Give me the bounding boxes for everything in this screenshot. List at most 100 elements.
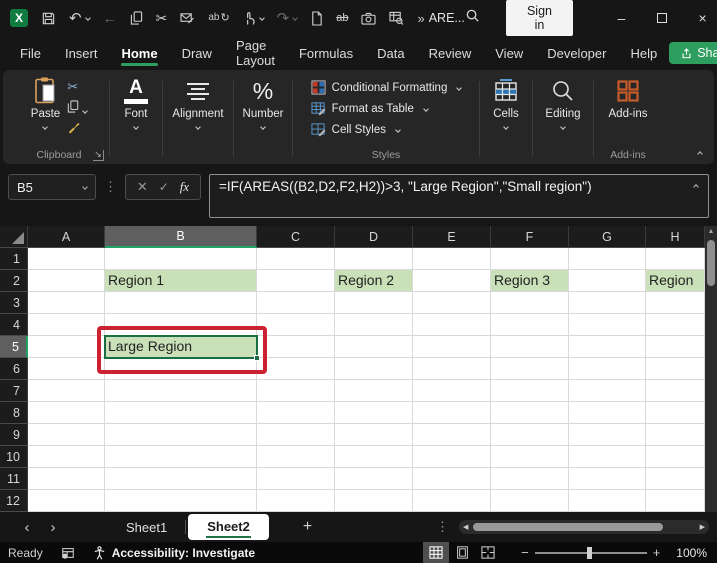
cell-A4[interactable] [28, 314, 105, 336]
undo-icon[interactable]: ↶ [69, 11, 90, 26]
cell-B11[interactable] [105, 468, 257, 490]
select-all-corner[interactable] [0, 226, 28, 248]
scroll-left-icon[interactable]: ◀ [463, 523, 468, 531]
cell-G9[interactable] [569, 424, 646, 446]
cell-A3[interactable] [28, 292, 105, 314]
cell-E11[interactable] [413, 468, 491, 490]
cell-B2[interactable]: Region 1 [105, 270, 257, 292]
row-header-11[interactable]: 11 [0, 468, 28, 490]
cell-A7[interactable] [28, 380, 105, 402]
cell-H5[interactable] [646, 336, 705, 358]
cell-G5[interactable] [569, 336, 646, 358]
cut-icon[interactable]: ✂ [156, 11, 168, 25]
expand-formula-bar-icon[interactable] [693, 184, 699, 190]
copy-icon[interactable] [130, 11, 143, 25]
name-box[interactable]: B5 [8, 174, 96, 200]
cell-G3[interactable] [569, 292, 646, 314]
cell-B10[interactable] [105, 446, 257, 468]
cell-C3[interactable] [257, 292, 335, 314]
tab-draw[interactable]: Draw [170, 39, 224, 68]
tab-insert[interactable]: Insert [53, 39, 110, 68]
cell-E9[interactable] [413, 424, 491, 446]
cell-E5[interactable] [413, 336, 491, 358]
cell-G1[interactable] [569, 248, 646, 270]
sheet-tab-sheet2[interactable]: Sheet2 [188, 514, 269, 540]
cell-G7[interactable] [569, 380, 646, 402]
insert-function-icon[interactable]: fx [180, 179, 189, 195]
row-header-9[interactable]: 9 [0, 424, 28, 446]
tab-developer[interactable]: Developer [535, 39, 618, 68]
cell-B1[interactable] [105, 248, 257, 270]
redo-icon[interactable]: ↷ [277, 11, 298, 26]
cell-A8[interactable] [28, 402, 105, 424]
col-header-A[interactable]: A [28, 226, 105, 248]
collapse-ribbon-icon[interactable] [697, 151, 703, 157]
zoom-slider[interactable] [535, 552, 647, 554]
row-header-4[interactable]: 4 [0, 314, 28, 336]
scroll-up-icon[interactable]: ▲ [705, 228, 717, 235]
sheet-options-icon[interactable]: ⋮ [426, 519, 459, 535]
zoom-slider-thumb[interactable] [587, 547, 592, 559]
row-header-12[interactable]: 12 [0, 490, 28, 512]
cell-C11[interactable] [257, 468, 335, 490]
cell-G11[interactable] [569, 468, 646, 490]
back-icon[interactable]: ← [103, 11, 117, 25]
cell-H12[interactable] [646, 490, 705, 512]
cell-B5[interactable]: Large Region [105, 336, 257, 358]
strikethrough-icon[interactable]: ab [336, 13, 348, 24]
cell-C4[interactable] [257, 314, 335, 336]
cell-B12[interactable] [105, 490, 257, 512]
normal-view-icon[interactable] [423, 542, 449, 563]
cell-A2[interactable] [28, 270, 105, 292]
cell-H9[interactable] [646, 424, 705, 446]
scroll-right-icon[interactable]: ▶ [700, 523, 705, 531]
horizontal-scroll-thumb[interactable] [473, 523, 663, 531]
cell-H6[interactable] [646, 358, 705, 380]
conditional-formatting-button[interactable]: Conditional Formatting [311, 80, 462, 95]
cell-E12[interactable] [413, 490, 491, 512]
email-send-icon[interactable] [180, 12, 195, 25]
cell-G4[interactable] [569, 314, 646, 336]
cell-F4[interactable] [491, 314, 569, 336]
cell-C5[interactable] [257, 336, 335, 358]
font-button[interactable]: A Font [124, 75, 148, 129]
tab-formulas[interactable]: Formulas [287, 39, 365, 68]
cell-C1[interactable] [257, 248, 335, 270]
previous-sheet-icon[interactable]: ‹ [14, 519, 40, 536]
macro-record-icon[interactable] [61, 546, 75, 560]
cell-C7[interactable] [257, 380, 335, 402]
cell-A11[interactable] [28, 468, 105, 490]
cell-C10[interactable] [257, 446, 335, 468]
col-header-H[interactable]: H [646, 226, 705, 248]
clipboard-dialog-launcher-icon[interactable]: ↘ [93, 150, 104, 161]
zoom-in-icon[interactable]: + [647, 545, 667, 560]
cell-E8[interactable] [413, 402, 491, 424]
cell-H1[interactable] [646, 248, 705, 270]
cell-D4[interactable] [335, 314, 413, 336]
share-button[interactable]: Share [669, 42, 717, 64]
row-header-10[interactable]: 10 [0, 446, 28, 468]
cell-D1[interactable] [335, 248, 413, 270]
cell-B4[interactable] [105, 314, 257, 336]
page-break-preview-icon[interactable] [475, 542, 501, 563]
cancel-entry-icon[interactable]: ✕ [137, 179, 148, 195]
horizontal-scrollbar[interactable]: ◀ ▶ [459, 520, 709, 534]
cell-F12[interactable] [491, 490, 569, 512]
cell-F7[interactable] [491, 380, 569, 402]
cell-H4[interactable] [646, 314, 705, 336]
cell-A10[interactable] [28, 446, 105, 468]
row-header-1[interactable]: 1 [0, 248, 28, 270]
col-header-E[interactable]: E [413, 226, 491, 248]
next-sheet-icon[interactable]: › [40, 519, 66, 536]
table-preview-icon[interactable] [389, 11, 404, 25]
more-commands-icon[interactable]: » [417, 12, 424, 25]
cell-H10[interactable] [646, 446, 705, 468]
cell-D2[interactable]: Region 2 [335, 270, 413, 292]
cell-F6[interactable] [491, 358, 569, 380]
cell-C12[interactable] [257, 490, 335, 512]
cell-G6[interactable] [569, 358, 646, 380]
cells-button[interactable]: Cells [493, 75, 519, 129]
col-header-D[interactable]: D [335, 226, 413, 248]
col-header-C[interactable]: C [257, 226, 335, 248]
cell-D5[interactable] [335, 336, 413, 358]
